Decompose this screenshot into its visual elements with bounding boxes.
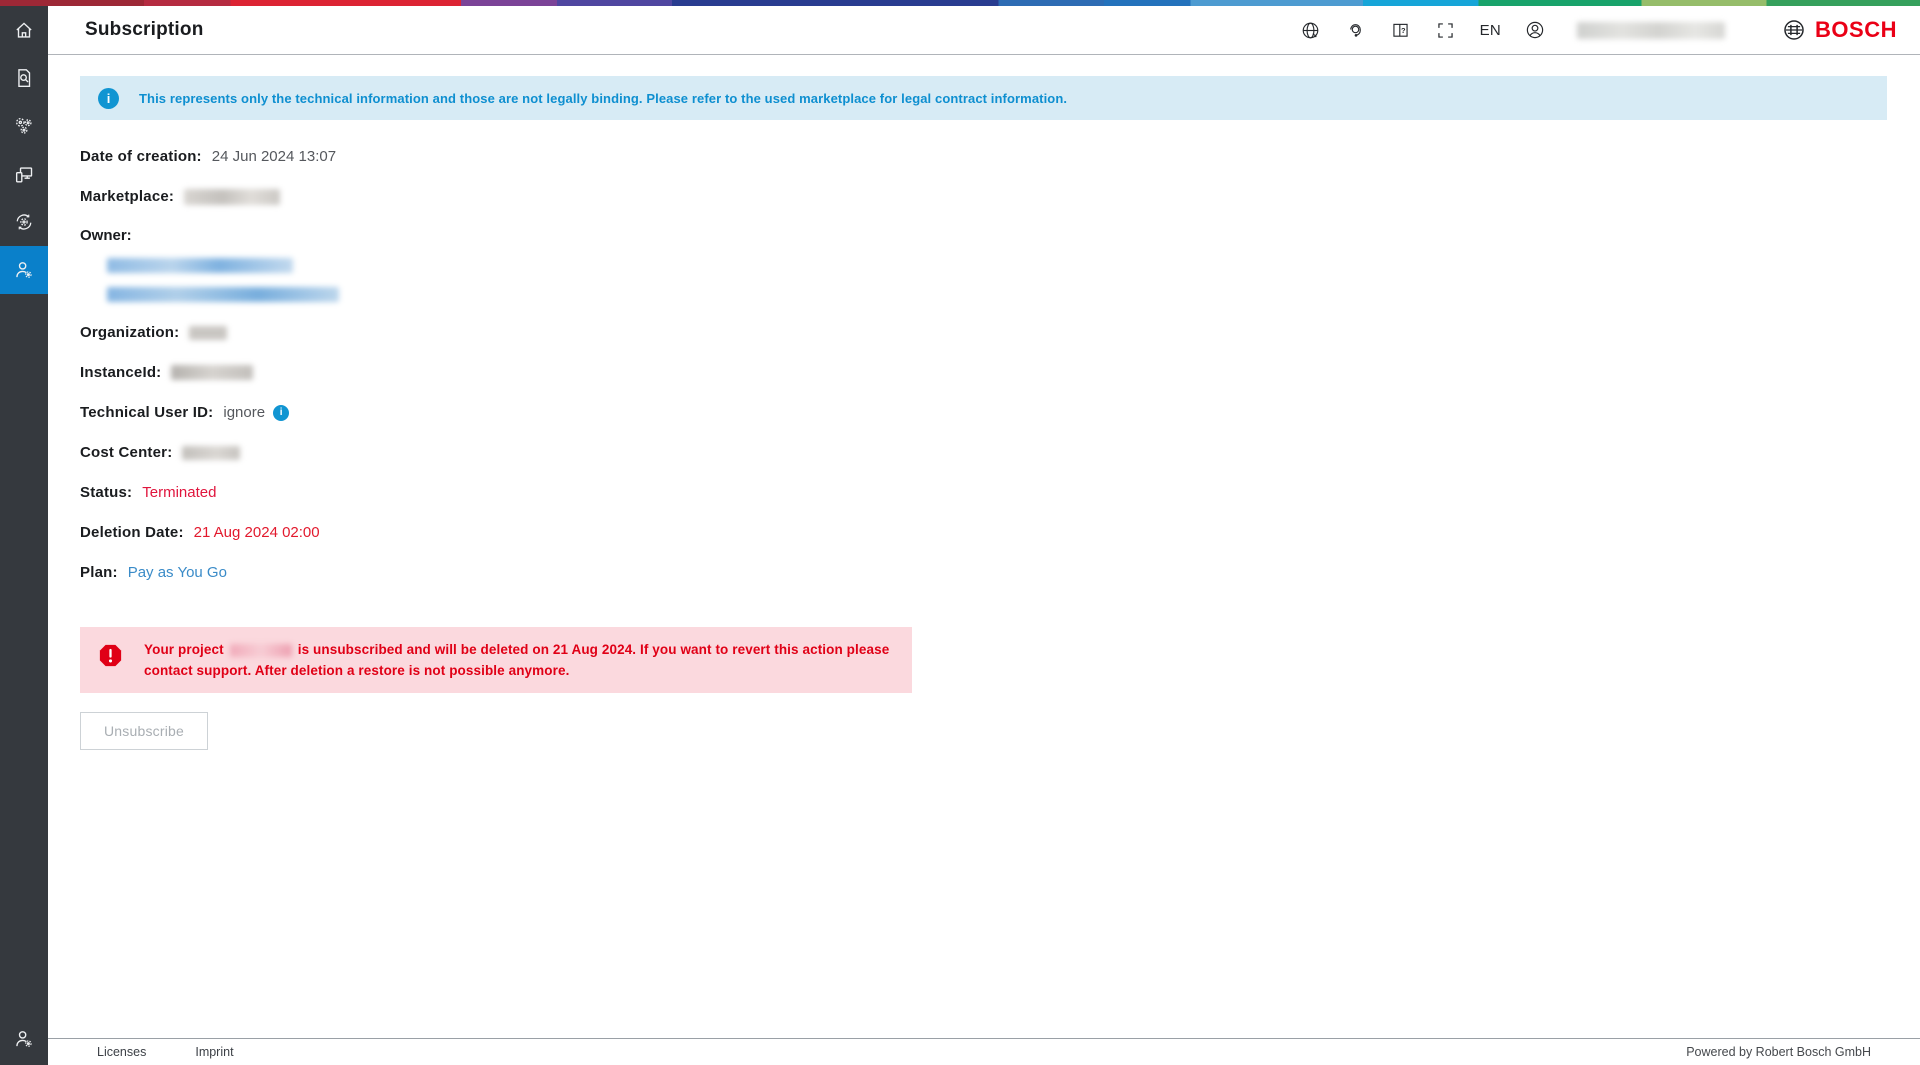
field-label: Technical User ID: <box>80 403 213 422</box>
unsubscribe-button[interactable]: Unsubscribe <box>80 712 208 750</box>
field-cost-center: Cost Center: <box>80 443 1887 462</box>
sidebar <box>0 6 48 1065</box>
warning-icon <box>98 643 123 668</box>
field-plan: Plan: Pay as You Go <box>80 563 1887 582</box>
redacted-marketplace-value <box>184 189 280 205</box>
field-value: 24 Jun 2024 13:07 <box>212 147 336 166</box>
field-date-of-creation: Date of creation: 24 Jun 2024 13:07 <box>80 147 1887 166</box>
field-organization: Organization: <box>80 323 1887 342</box>
bosch-anchor-icon <box>1782 18 1806 42</box>
field-status: Status: Terminated <box>80 483 1887 502</box>
sidebar-item-home[interactable] <box>0 6 48 54</box>
bosch-wordmark: BOSCH <box>1815 17 1897 43</box>
redacted-project-name <box>230 644 292 657</box>
redacted-instance-id-value <box>171 365 253 380</box>
field-owner: Owner: <box>80 227 1887 302</box>
field-label: Marketplace: <box>80 187 174 206</box>
svg-text:?: ? <box>1401 25 1406 34</box>
field-label: Status: <box>80 483 132 502</box>
main-content: i This represents only the technical inf… <box>48 55 1920 1038</box>
field-label: Date of creation: <box>80 147 202 166</box>
warning-text-before: Your project <box>144 642 224 657</box>
sidebar-item-services[interactable] <box>0 102 48 150</box>
warning-text: Your projectis unsubscribed and will be … <box>144 639 894 681</box>
language-selector[interactable]: EN <box>1480 22 1501 39</box>
info-icon: i <box>98 88 119 109</box>
bosch-logo: BOSCH <box>1782 17 1897 43</box>
plan-value: Pay as You Go <box>128 563 227 582</box>
field-value: ignore <box>223 403 265 422</box>
sidebar-item-user-management-bottom[interactable] <box>0 1015 48 1063</box>
info-banner: i This represents only the technical inf… <box>80 76 1887 120</box>
field-label: Deletion Date: <box>80 523 184 542</box>
gears-icon <box>13 115 35 137</box>
field-label: Organization: <box>80 323 179 342</box>
imprint-link[interactable]: Imprint <box>195 1045 233 1059</box>
field-label: Plan: <box>80 563 118 582</box>
redacted-organization-value <box>189 326 227 340</box>
warning-banner: Your projectis unsubscribed and will be … <box>80 627 912 693</box>
field-deletion-date: Deletion Date: 21 Aug 2024 02:00 <box>80 523 1887 542</box>
header: Subscription <box>48 6 1920 55</box>
field-label: InstanceId: <box>80 363 161 382</box>
redacted-user-name <box>1577 22 1725 39</box>
powered-by-text: Powered by Robert Bosch GmbH <box>1686 1045 1871 1059</box>
redacted-owner-email-1[interactable] <box>107 258 293 273</box>
technical-user-info-icon[interactable]: i <box>273 405 289 421</box>
support-headset-icon[interactable] <box>1345 19 1367 41</box>
status-value: Terminated <box>142 483 216 502</box>
field-label: Owner: <box>80 227 132 244</box>
field-technical-user-id: Technical User ID: ignore i <box>80 403 1887 422</box>
page-title: Subscription <box>85 19 204 41</box>
field-marketplace: Marketplace: <box>80 187 1887 206</box>
footer: Licenses Imprint Powered by Robert Bosch… <box>48 1038 1920 1065</box>
deletion-date-value: 21 Aug 2024 02:00 <box>194 523 320 542</box>
home-icon <box>13 19 35 41</box>
redacted-cost-center-value <box>182 446 240 460</box>
help-book-icon[interactable]: ? <box>1390 19 1412 41</box>
sidebar-item-user-management[interactable] <box>0 246 48 294</box>
field-instance-id: InstanceId: <box>80 363 1887 382</box>
user-gear-icon <box>13 259 35 281</box>
field-label: Cost Center: <box>80 443 172 462</box>
sync-gear-icon <box>13 211 35 233</box>
licenses-link[interactable]: Licenses <box>97 1045 146 1059</box>
sidebar-item-devices[interactable] <box>0 150 48 198</box>
document-search-icon <box>13 67 35 89</box>
fullscreen-icon[interactable] <box>1435 19 1457 41</box>
info-banner-text: This represents only the technical infor… <box>139 91 1067 106</box>
account-icon[interactable] <box>1524 19 1546 41</box>
user-gear-icon <box>13 1028 35 1050</box>
devices-icon <box>13 163 35 185</box>
sidebar-item-document-search[interactable] <box>0 54 48 102</box>
globe-icon[interactable] <box>1300 19 1322 41</box>
redacted-owner-email-2[interactable] <box>107 287 339 302</box>
sidebar-item-sync[interactable] <box>0 198 48 246</box>
